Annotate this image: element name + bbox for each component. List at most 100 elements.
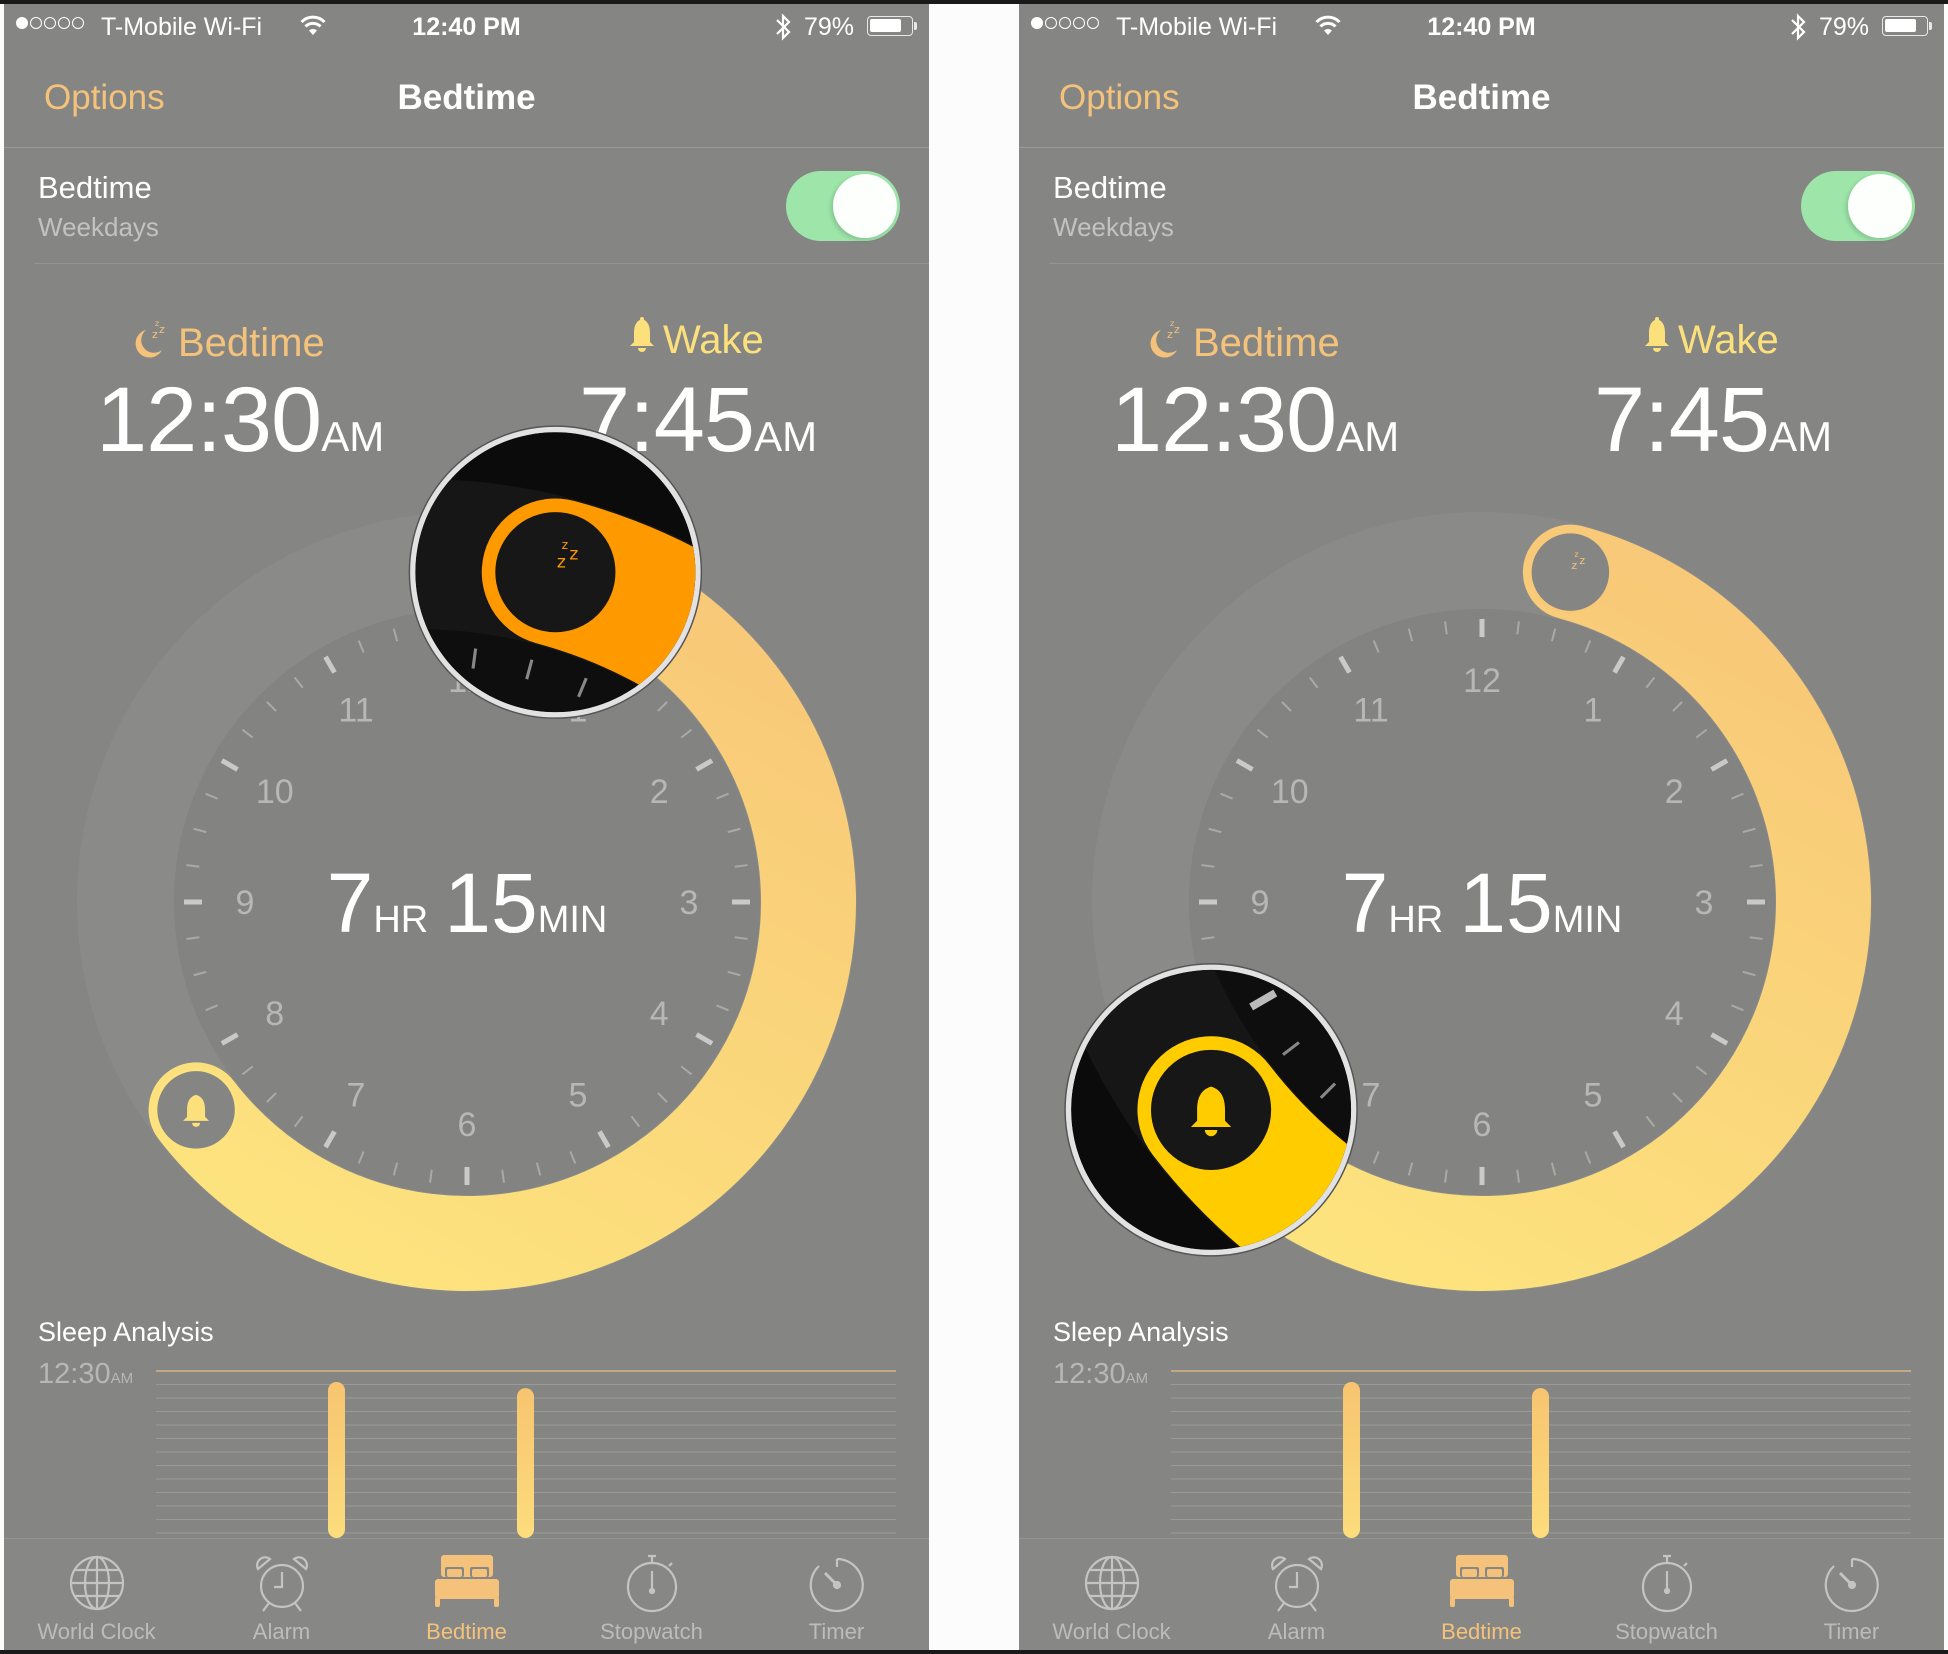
- timer-icon: [744, 1553, 929, 1615]
- stopwatch-icon: [559, 1553, 744, 1615]
- hour-label: 3: [680, 884, 699, 922]
- loupe-tick: [1574, 353, 1577, 373]
- globe-icon: [1019, 1553, 1204, 1615]
- tab-label: Bedtime: [426, 1619, 507, 1644]
- hour-label: 12: [1463, 662, 1501, 700]
- bed-icon: [374, 1553, 559, 1615]
- hour-label: 11: [1353, 692, 1388, 730]
- loupe-tick: [1836, 408, 1850, 432]
- loupe-tick: [13, 916, 32, 924]
- tab-label: Timer: [1823, 1619, 1880, 1644]
- loupe-tick: [4, 1192, 14, 1197]
- tab-world-clock[interactable]: World Clock: [1019, 1539, 1204, 1650]
- hour-label: 2: [1665, 773, 1684, 811]
- z-letter: z: [569, 545, 578, 565]
- stopwatch-icon: [1574, 1553, 1759, 1615]
- loupe-tick: [624, 1439, 638, 1463]
- tab-label: Stopwatch: [1615, 1619, 1718, 1644]
- handle-ring: [1529, 530, 1612, 614]
- duration-minutes: 15: [1459, 856, 1552, 950]
- tab-label: Bedtime: [1441, 1619, 1522, 1644]
- hour-label: 3: [1695, 884, 1714, 922]
- loupe-tick: [151, 1415, 163, 1431]
- loupe-tick: [750, 1338, 766, 1350]
- phone-screen-left: T-Mobile Wi-Fi 12:40 PM 79% Options Bedt…: [4, 4, 929, 1650]
- tab-world-clock[interactable]: World Clock: [4, 1539, 189, 1650]
- hour-label: 6: [1473, 1106, 1492, 1144]
- alarm-clock-icon: [1204, 1553, 1389, 1615]
- loupe-tick: [1686, 353, 1689, 373]
- tab-bar: World Clock Alarm Bedtime Stopwatch Timer: [4, 1538, 929, 1650]
- stopwatch-icon-glyph: [1641, 1554, 1692, 1613]
- loupe-tick: [527, 1488, 532, 1507]
- hour-label: 1: [1584, 692, 1603, 730]
- globe-icon-glyph: [1084, 1555, 1139, 1611]
- sleep-schedule-dial: 1212345678910117HR15MINzzz: [1064, 353, 1941, 1292]
- tab-stopwatch[interactable]: Stopwatch: [559, 1539, 744, 1650]
- loupe-tick: [1463, 382, 1471, 401]
- wake-handle[interactable]: [154, 1068, 238, 1152]
- z-letter: z: [1574, 550, 1578, 559]
- sleep-analysis-time: 12:30AM: [1053, 1358, 1148, 1391]
- loupe-tick: [579, 1470, 587, 1489]
- hour-label: 4: [650, 995, 669, 1033]
- hour-label: 7: [1362, 1076, 1381, 1114]
- phone-screen-right: T-Mobile Wi-Fi 12:40 PM 79% Options Bedt…: [1019, 4, 1944, 1650]
- loupe-tick: [1791, 382, 1799, 401]
- hour-label: 9: [236, 884, 255, 922]
- loupe-tick: [39, 1289, 63, 1303]
- loupe-tick: [833, 1138, 853, 1141]
- loupe-tick: [1517, 364, 1522, 383]
- bedtime-handle[interactable]: zzz: [1529, 530, 1612, 614]
- loupe-tick: [1886, 1120, 1898, 1136]
- tab-label: Stopwatch: [600, 1619, 703, 1644]
- loupe-tick: [714, 1379, 728, 1393]
- tab-bedtime[interactable]: Bedtime: [1389, 1539, 1574, 1650]
- loupe-tick: [199, 1439, 213, 1463]
- loupe-tick: [1739, 364, 1744, 383]
- duration-hours-unit: HR: [373, 899, 428, 941]
- hour-label: 7: [347, 1076, 366, 1114]
- alarm-clock-icon-glyph: [255, 1556, 308, 1612]
- sleep-analysis-title: Sleep Analysis: [1053, 1317, 1229, 1347]
- hour-label: 9: [1251, 884, 1270, 922]
- globe-icon: [4, 1553, 189, 1615]
- sleep-analysis-ampm: AM: [110, 1370, 134, 1387]
- duration-hours-unit: HR: [1388, 899, 1443, 941]
- loupe-tick: [305, 1488, 310, 1507]
- tab-label: World Clock: [1052, 1619, 1171, 1644]
- bed-icon-glyph: [434, 1555, 499, 1607]
- timer-icon-glyph: [809, 1557, 864, 1613]
- tab-timer[interactable]: Timer: [744, 1539, 929, 1650]
- tab-label: Alarm: [1267, 1619, 1326, 1644]
- loupe-handle: [491, 508, 620, 637]
- loupe-tick: [1791, 1174, 1799, 1193]
- loupe-tick: [4, 970, 14, 975]
- loupe-tick: [70, 816, 86, 828]
- tab-alarm[interactable]: Alarm: [189, 1539, 374, 1650]
- duration-minutes-unit: MIN: [1553, 899, 1623, 941]
- z-letter: z: [557, 552, 566, 572]
- loupe-tick: [805, 1244, 824, 1252]
- sleep-analysis-title: Sleep Analysis: [38, 1317, 214, 1347]
- tab-timer[interactable]: Timer: [1759, 1539, 1944, 1650]
- hour-label: 10: [256, 773, 294, 811]
- globe-icon-glyph: [69, 1555, 124, 1611]
- hour-label: 2: [650, 773, 669, 811]
- z-letter: z: [562, 537, 569, 552]
- stopwatch-icon-glyph: [626, 1554, 677, 1613]
- tab-alarm[interactable]: Alarm: [1204, 1539, 1389, 1650]
- sleep-schedule-dial: 1212345678910117HR15MINzzzzzz: [4, 425, 857, 1518]
- tab-bedtime[interactable]: Bedtime: [374, 1539, 559, 1650]
- loupe-tick: [1836, 1143, 1850, 1167]
- loupe-tick: [13, 1244, 32, 1252]
- tab-label: World Clock: [37, 1619, 156, 1644]
- sleep-analysis-time-value: 12:30: [1053, 1358, 1126, 1390]
- sleep-analysis-ampm: AM: [1125, 1370, 1149, 1387]
- loupe-tick: [823, 1192, 842, 1197]
- loupe-tick: [361, 1498, 364, 1518]
- bottom-border: [0, 1650, 1948, 1654]
- hour-label: 4: [1665, 995, 1684, 1033]
- tab-stopwatch[interactable]: Stopwatch: [1574, 1539, 1759, 1650]
- loupe-tick: [1927, 1084, 1941, 1098]
